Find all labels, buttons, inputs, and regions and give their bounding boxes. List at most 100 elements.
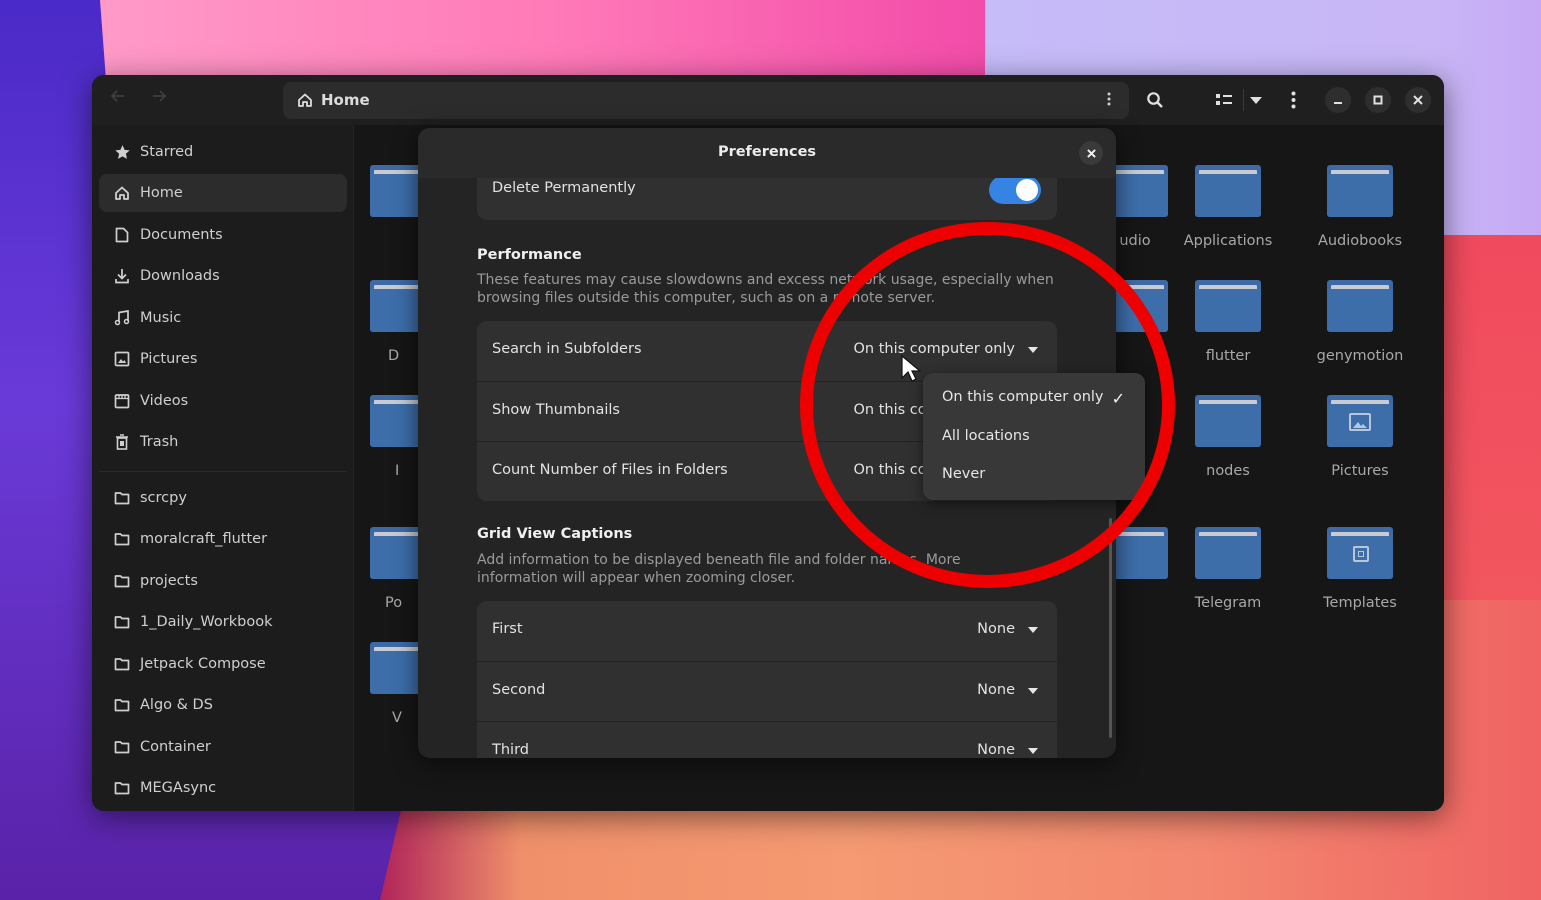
sidebar-item-label: Starred xyxy=(140,144,194,160)
arrow-left-icon xyxy=(110,90,124,102)
close-icon xyxy=(1413,95,1423,105)
dialog-scrollbar[interactable] xyxy=(1109,518,1112,738)
sidebar-item-documents[interactable]: Documents xyxy=(99,216,347,254)
delete-permanently-toggle[interactable] xyxy=(989,178,1041,204)
dialog-title: Preferences xyxy=(717,144,817,160)
sidebar-item-label: Pictures xyxy=(140,351,198,367)
sidebar-item-label: Videos xyxy=(140,393,189,409)
search-in-subfolders-row[interactable]: Search in Subfolders On this computer on… xyxy=(477,321,1057,381)
back-button[interactable] xyxy=(110,88,126,109)
dropdown-value[interactable]: None xyxy=(977,682,1015,698)
folder-name: flutter xyxy=(1205,348,1251,364)
sidebar-bookmark[interactable]: Container xyxy=(99,728,347,766)
caret-down-icon xyxy=(1028,627,1038,633)
folder-icon xyxy=(1195,165,1261,217)
sidebar-item-label: projects xyxy=(140,573,198,589)
folder-icon xyxy=(113,613,131,631)
close-window-button[interactable] xyxy=(1405,87,1431,113)
row-label: Search in Subfolders xyxy=(492,341,642,357)
section-description: Add information to be displayed beneath … xyxy=(477,552,961,586)
templates-folder-icon xyxy=(1327,527,1393,579)
pictures-folder-icon xyxy=(1327,395,1393,447)
caption-first-row[interactable]: First None xyxy=(477,601,1057,661)
folder-icon xyxy=(113,489,131,507)
folder-item[interactable]: flutter xyxy=(1163,280,1293,364)
location-label[interactable]: Home xyxy=(321,91,370,109)
download-icon xyxy=(113,267,131,285)
sidebar-item-home[interactable]: Home xyxy=(99,174,347,212)
folder-name: Pictures xyxy=(1331,463,1389,479)
maximize-button[interactable] xyxy=(1365,87,1391,113)
row-label: Second xyxy=(492,682,546,698)
caret-down-icon xyxy=(1028,688,1038,694)
section-description: These features may cause slowdowns and e… xyxy=(477,272,1054,306)
dialog-close-button[interactable] xyxy=(1079,141,1103,165)
folder-item[interactable]: Templates xyxy=(1295,527,1425,611)
folder-icon xyxy=(113,572,131,590)
sidebar-bookmark[interactable]: Jetpack Compose xyxy=(99,645,347,683)
dropdown-value[interactable]: None xyxy=(977,621,1015,637)
folder-item[interactable]: Telegram xyxy=(1163,527,1293,611)
sidebar-bookmark[interactable]: MEGAsync xyxy=(99,769,347,807)
folder-item[interactable]: Audiobooks xyxy=(1295,165,1425,249)
sidebar-item-pictures[interactable]: Pictures xyxy=(99,340,347,378)
section-title-grid-view-captions: Grid View Captions xyxy=(477,526,633,542)
folder-item[interactable]: genymotion xyxy=(1295,280,1425,364)
popover-option[interactable]: All locations xyxy=(942,428,1030,444)
dropdown-value[interactable]: On this computer only xyxy=(854,341,1016,357)
close-icon xyxy=(1086,148,1096,158)
popover-option[interactable]: Never xyxy=(942,466,985,482)
minimize-button[interactable] xyxy=(1325,87,1351,113)
video-icon xyxy=(113,392,131,410)
search-button[interactable] xyxy=(1146,91,1164,109)
toolbar-divider xyxy=(1243,89,1244,111)
caret-down-icon xyxy=(1028,748,1038,754)
view-toggle-button[interactable] xyxy=(1216,93,1232,107)
sidebar-item-label: scrcpy xyxy=(140,490,187,506)
maximize-icon xyxy=(1373,95,1383,105)
location-bar[interactable]: Home xyxy=(283,82,1129,119)
folder-item[interactable]: nodes xyxy=(1163,395,1293,479)
folder-icon xyxy=(113,738,131,756)
sidebar-bookmark[interactable]: moralcraft_flutter xyxy=(99,520,347,558)
sidebar-bookmark[interactable]: scrcpy xyxy=(99,479,347,517)
sidebar-bookmark[interactable]: 1_Daily_Workbook xyxy=(99,603,347,641)
header-bar: Home xyxy=(92,75,1444,125)
folder-icon xyxy=(113,655,131,673)
sidebar: Starred Home Documents Downloads Music P… xyxy=(92,125,354,811)
trash-icon xyxy=(113,433,131,451)
sidebar-item-downloads[interactable]: Downloads xyxy=(99,257,347,295)
forward-button[interactable] xyxy=(151,88,167,109)
main-menu-button[interactable] xyxy=(1291,91,1296,109)
folder-item[interactable]: Applications xyxy=(1163,165,1293,249)
section-title-performance: Performance xyxy=(477,247,582,263)
search-icon xyxy=(1147,92,1163,108)
sidebar-item-label: MEGAsync xyxy=(140,780,217,796)
picture-icon xyxy=(113,350,131,368)
sidebar-item-trash[interactable]: Trash xyxy=(99,423,347,461)
music-icon xyxy=(113,309,131,327)
sidebar-bookmark[interactable]: projects xyxy=(99,562,347,600)
sidebar-bookmark[interactable]: Algo & DS xyxy=(99,686,347,724)
folder-icon xyxy=(1195,280,1261,332)
sidebar-item-music[interactable]: Music xyxy=(99,299,347,337)
popover-option-selected[interactable]: On this computer only xyxy=(942,389,1104,405)
folder-item[interactable]: Pictures xyxy=(1295,395,1425,479)
sidebar-separator xyxy=(99,471,347,472)
row-label: Delete Permanently xyxy=(492,180,636,196)
sidebar-item-label: moralcraft_flutter xyxy=(140,531,268,547)
folder-name: genymotion xyxy=(1316,348,1404,364)
sidebar-item-starred[interactable]: Starred xyxy=(99,133,347,171)
folder-name: nodes xyxy=(1206,463,1250,479)
sidebar-item-label: Jetpack Compose xyxy=(140,656,266,672)
delete-permanently-row: Delete Permanently xyxy=(477,178,1057,220)
sidebar-item-label: Trash xyxy=(140,434,179,450)
caption-third-row[interactable]: Third None xyxy=(477,721,1057,758)
sidebar-item-videos[interactable]: Videos xyxy=(99,382,347,420)
caption-second-row[interactable]: Second None xyxy=(477,661,1057,721)
dropdown-value[interactable]: None xyxy=(977,742,1015,758)
caret-down-icon xyxy=(1250,97,1262,104)
dialog-header: Preferences xyxy=(418,128,1116,178)
view-options-dropdown[interactable] xyxy=(1250,97,1262,104)
location-menu-button[interactable] xyxy=(1107,92,1111,110)
